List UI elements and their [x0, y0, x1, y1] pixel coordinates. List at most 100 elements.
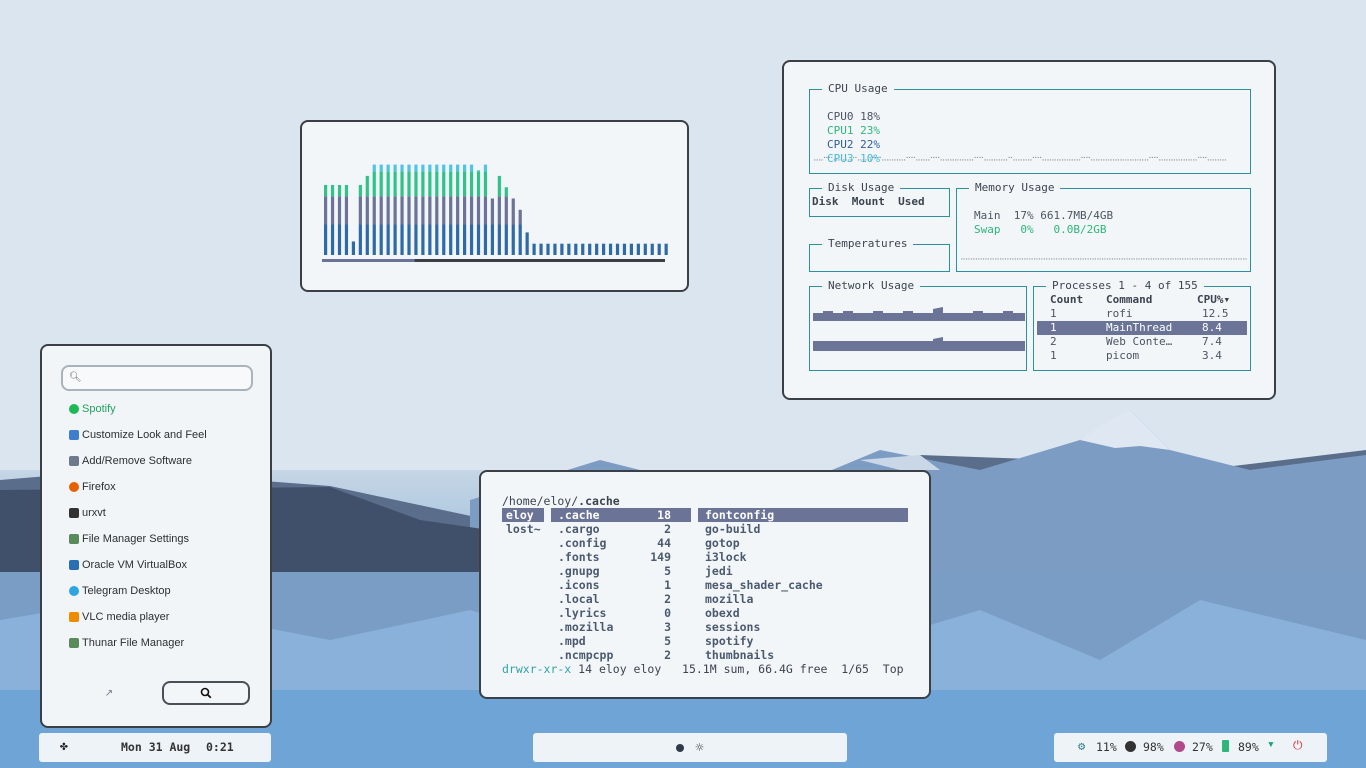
launcher-app-item[interactable]: Firefox — [69, 477, 116, 497]
launcher-app-item[interactable]: Add/Remove Software — [69, 451, 192, 471]
ranger-file-entry[interactable]: .icons 1 — [551, 578, 691, 592]
menu-icon[interactable]: ✤ — [60, 739, 68, 754]
folder-icon — [69, 638, 79, 648]
spectrum-bar — [469, 224, 474, 255]
process-header-command[interactable]: Command — [1106, 293, 1152, 307]
ranger-file-count: 3 — [664, 620, 671, 634]
ranger-file-name: .cargo — [558, 522, 600, 536]
launcher-app-item[interactable]: Customize Look and Feel — [69, 425, 207, 445]
ranger-preview-entry[interactable]: gotop — [698, 536, 908, 550]
workspace-1-icon[interactable] — [675, 743, 684, 752]
process-cpu[interactable]: 7.4 — [1202, 335, 1222, 349]
spectrum-bar — [490, 224, 494, 255]
spectrum-bar — [442, 171, 446, 197]
ranger-preview-entry[interactable]: jedi — [698, 564, 908, 578]
process-command[interactable]: MainThread — [1106, 321, 1172, 335]
spectrum-bar — [379, 171, 383, 197]
cpu1-label: CPU1 23% — [827, 124, 880, 137]
process-count[interactable]: 1 — [1050, 307, 1057, 321]
ranger-file-entry[interactable]: .config 44 — [551, 536, 691, 550]
cpu0-label: CPU0 18% — [827, 110, 880, 123]
process-header-count[interactable]: Count — [1050, 293, 1083, 307]
spectrum-bar — [358, 224, 362, 255]
ranger-file-entry[interactable]: .cache 18 — [551, 508, 691, 522]
memory-usage-title: Memory Usage — [969, 181, 1061, 195]
ranger-file-entry[interactable]: .ncmpcpp 2 — [551, 648, 691, 662]
spectrum-bar — [372, 224, 376, 255]
spectrum-bar — [379, 164, 383, 172]
ranger-preview-entry[interactable]: fontconfig — [698, 508, 908, 522]
process-command[interactable]: picom — [1106, 349, 1139, 363]
process-cpu[interactable]: 8.4 — [1202, 321, 1222, 335]
launcher-search-box[interactable]: 🔍︎ — [61, 365, 253, 391]
ranger-preview-entry[interactable]: thumbnails — [698, 648, 908, 662]
spectrum-bar — [330, 196, 335, 225]
search-icon: 🔍︎ — [69, 372, 82, 383]
cpu-usage-title: CPU Usage — [822, 82, 894, 96]
telegram-icon — [69, 586, 79, 596]
launcher-app-item[interactable]: Oracle VM VirtualBox — [69, 555, 187, 575]
ranger-file-entry[interactable]: .lyrics 0 — [551, 606, 691, 620]
spectrum-bar — [421, 196, 425, 225]
ranger-file-entry[interactable]: .local 2 — [551, 592, 691, 606]
ranger-preview-entry[interactable]: mozilla — [698, 592, 908, 606]
spectrum-bar — [476, 171, 481, 197]
memory-icon — [1174, 741, 1185, 752]
process-count[interactable]: 1 — [1050, 349, 1057, 363]
process-command[interactable]: Web Conte… — [1106, 335, 1172, 349]
launcher-app-item[interactable]: Telegram Desktop — [69, 581, 171, 601]
wifi-icon[interactable]: ▾ — [1267, 737, 1275, 752]
ranger-parent-entry[interactable]: eloy — [502, 508, 544, 522]
spotify-icon — [69, 404, 79, 414]
process-command[interactable]: rofi — [1106, 307, 1133, 321]
bar-date: Mon 31 Aug — [121, 740, 191, 754]
process-header-cpu[interactable]: CPU%▾ — [1197, 293, 1230, 307]
spectrum-bar — [629, 243, 633, 255]
settings-icon — [69, 534, 79, 544]
ranger-status-perms: drwxr-xr-x — [502, 662, 572, 676]
ranger-preview-entry[interactable]: go-build — [698, 522, 908, 536]
spectrum-bar — [442, 224, 446, 255]
ranger-preview-entry[interactable]: mesa_shader_cache — [698, 578, 908, 592]
spectrum-bar — [344, 184, 349, 197]
spectrum-bar — [337, 196, 342, 225]
spectrum-bar — [504, 187, 508, 197]
pin-icon[interactable]: ↗ — [102, 687, 116, 701]
spectrum-bar — [372, 171, 376, 197]
app-launcher-window: 🔍︎ Spotify Customize Look and Feel Add/Rem… — [40, 344, 272, 728]
ranger-preview-entry[interactable]: i3lock — [698, 550, 908, 564]
launcher-search-input[interactable] — [83, 370, 243, 386]
workspace-2-icon[interactable]: ☼ — [695, 741, 705, 754]
process-count[interactable]: 1 — [1050, 321, 1057, 335]
virtualbox-icon — [69, 560, 79, 570]
ranger-status: drwxr-xr-x 14 eloy eloy 15.1M sum, 66.4G… — [502, 662, 904, 676]
ranger-file-entry[interactable]: .fonts 149 — [551, 550, 691, 564]
launcher-app-item[interactable]: Thunar File Manager — [69, 633, 184, 653]
launcher-search-button[interactable] — [162, 681, 250, 705]
spectrum-bar — [386, 171, 390, 197]
process-count[interactable]: 2 — [1050, 335, 1057, 349]
ranger-parent-entry[interactable]: lost~ — [502, 522, 544, 536]
ranger-file-entry[interactable]: .mozilla 3 — [551, 620, 691, 634]
ranger-file-entry[interactable]: .cargo 2 — [551, 522, 691, 536]
ranger-preview-entry[interactable]: sessions — [698, 620, 908, 634]
spectrum-bar — [463, 171, 467, 197]
spectrum-bar — [504, 196, 508, 225]
spectrum-bar — [365, 175, 369, 197]
ranger-preview-entry[interactable]: spotify — [698, 634, 908, 648]
launcher-app-item[interactable]: Spotify — [69, 399, 116, 419]
ranger-file-entry[interactable]: .gnupg 5 — [551, 564, 691, 578]
ranger-file-count: 5 — [664, 564, 671, 578]
ranger-preview-entry[interactable]: obexd — [698, 606, 908, 620]
process-cpu[interactable]: 12.5 — [1202, 307, 1229, 321]
launcher-app-item[interactable]: VLC media player — [69, 607, 169, 627]
spectrum-bar — [615, 243, 620, 255]
launcher-app-label: Telegram Desktop — [82, 585, 171, 597]
power-icon[interactable]: ⏻ — [1293, 738, 1303, 753]
launcher-app-item[interactable]: urxvt — [69, 503, 106, 523]
ranger-file-name: .fonts — [558, 550, 600, 564]
launcher-app-item[interactable]: File Manager Settings — [69, 529, 189, 549]
process-cpu[interactable]: 3.4 — [1202, 349, 1222, 363]
ranger-file-entry[interactable]: .mpd 5 — [551, 634, 691, 648]
ranger-file-name: .cache — [558, 508, 600, 522]
